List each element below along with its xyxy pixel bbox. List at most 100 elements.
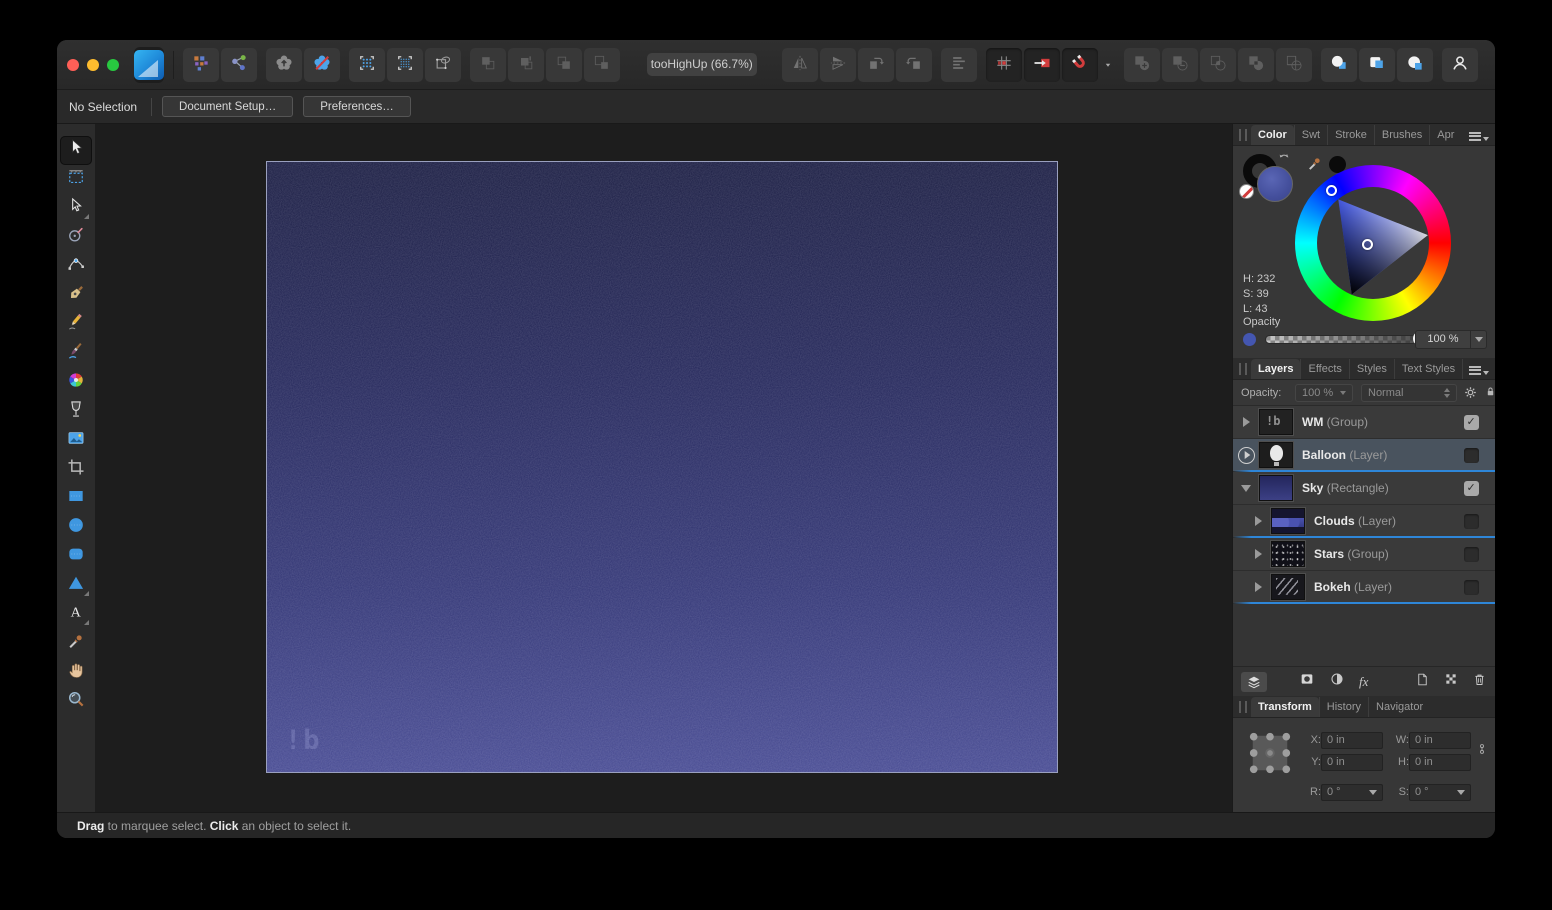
layer-opacity-dropdown[interactable]: 100 % bbox=[1295, 384, 1353, 402]
transform-field-s[interactable]: 0 ° bbox=[1409, 784, 1471, 801]
vector-crop-tool[interactable] bbox=[60, 455, 92, 484]
tab-stroke[interactable]: Stroke bbox=[1327, 125, 1374, 145]
tab-layers[interactable]: Layers bbox=[1251, 359, 1300, 379]
export-persona-button[interactable] bbox=[221, 48, 257, 82]
snap-grid-button[interactable] bbox=[349, 48, 385, 82]
blend-mode-dropdown[interactable]: Normal bbox=[1361, 384, 1457, 402]
panel-menu-icon[interactable] bbox=[1469, 131, 1489, 141]
zoom-button[interactable] bbox=[107, 59, 119, 71]
tab-apr[interactable]: Apr bbox=[1429, 125, 1461, 145]
layer-row-wm[interactable]: WM (Group) bbox=[1233, 406, 1495, 439]
boolean-add-button[interactable] bbox=[1124, 48, 1160, 82]
link-dimensions-icon[interactable] bbox=[1475, 742, 1489, 761]
order-backward-button[interactable] bbox=[546, 48, 582, 82]
minimize-button[interactable] bbox=[87, 59, 99, 71]
boolean-divide-button[interactable] bbox=[1276, 48, 1312, 82]
tab-swt[interactable]: Swt bbox=[1294, 125, 1327, 145]
tab-effects[interactable]: Effects bbox=[1300, 359, 1348, 379]
layer-visibility-checkbox[interactable] bbox=[1464, 547, 1479, 562]
panel-grip-icon[interactable] bbox=[1239, 363, 1247, 375]
pen-tool[interactable] bbox=[60, 281, 92, 310]
rounded-rectangle-tool[interactable] bbox=[60, 542, 92, 571]
transform-bounds-button[interactable] bbox=[425, 48, 461, 82]
no-fill-swatch[interactable] bbox=[1239, 184, 1254, 199]
tab-navigator[interactable]: Navigator bbox=[1368, 697, 1430, 717]
layer-visibility-checkbox[interactable] bbox=[1464, 514, 1479, 529]
node-tool[interactable] bbox=[60, 194, 92, 223]
snapping-options-dropdown[interactable] bbox=[1100, 48, 1115, 82]
new-layer-icon[interactable] bbox=[1415, 672, 1430, 692]
flip-horizontal-button[interactable] bbox=[782, 48, 818, 82]
gear-icon[interactable] bbox=[1463, 385, 1478, 405]
tab-text-styles[interactable]: Text Styles bbox=[1394, 359, 1462, 379]
vector-brush-tool[interactable] bbox=[60, 339, 92, 368]
expand-arrow-icon[interactable] bbox=[1233, 417, 1259, 427]
expand-arrow-icon[interactable] bbox=[1245, 516, 1271, 526]
new-pixel-layer-icon[interactable] bbox=[1444, 672, 1458, 691]
view-tool[interactable] bbox=[60, 658, 92, 687]
designer-persona-button[interactable] bbox=[134, 47, 164, 83]
triangle-tool[interactable] bbox=[60, 571, 92, 600]
insert-ontop-button[interactable] bbox=[1397, 48, 1433, 82]
insert-behind-button[interactable] bbox=[1321, 48, 1357, 82]
opacity-slider[interactable] bbox=[1265, 335, 1423, 344]
insert-inside-button[interactable] bbox=[1359, 48, 1395, 82]
sl-selector[interactable] bbox=[1362, 239, 1373, 250]
transform-field-h[interactable]: 0 in bbox=[1409, 754, 1471, 771]
boolean-xor-button[interactable] bbox=[1238, 48, 1274, 82]
boolean-intersect-button[interactable] bbox=[1200, 48, 1236, 82]
point-transform-tool[interactable] bbox=[60, 223, 92, 252]
swap-fill-stroke-icon[interactable] bbox=[1277, 151, 1293, 172]
layer-visibility-checkbox[interactable] bbox=[1464, 481, 1479, 496]
order-back-button[interactable] bbox=[584, 48, 620, 82]
ellipse-tool[interactable] bbox=[60, 513, 92, 542]
layer-row-bokeh[interactable]: Bokeh (Layer) bbox=[1233, 571, 1495, 604]
tab-styles[interactable]: Styles bbox=[1349, 359, 1394, 379]
expand-arrow-icon[interactable] bbox=[1233, 447, 1259, 464]
layer-row-clouds[interactable]: Clouds (Layer) bbox=[1233, 505, 1495, 538]
corner-tool[interactable] bbox=[60, 252, 92, 281]
tab-brushes[interactable]: Brushes bbox=[1374, 125, 1429, 145]
layer-effects-icon[interactable]: fx bbox=[1359, 673, 1368, 691]
preferences-button[interactable]: Preferences… bbox=[303, 96, 411, 117]
snapping-magnet-button[interactable] bbox=[1062, 48, 1098, 82]
order-front-button[interactable] bbox=[470, 48, 506, 82]
hue-selector[interactable] bbox=[1326, 185, 1337, 196]
expand-arrow-icon[interactable] bbox=[1245, 549, 1271, 559]
panel-grip-icon[interactable] bbox=[1239, 129, 1247, 141]
move-tool[interactable] bbox=[60, 136, 92, 165]
tab-transform[interactable]: Transform bbox=[1251, 697, 1319, 717]
adjustment-layer-icon[interactable] bbox=[1329, 671, 1345, 692]
panel-grip-icon[interactable] bbox=[1239, 701, 1247, 713]
transform-field-w[interactable]: 0 in bbox=[1409, 732, 1471, 749]
layer-visibility-checkbox[interactable] bbox=[1464, 415, 1479, 430]
transparency-tool[interactable] bbox=[60, 397, 92, 426]
lock-icon[interactable] bbox=[1484, 385, 1495, 403]
document-title[interactable]: tooHighUp (66.7%) bbox=[647, 53, 758, 76]
document-setup-button[interactable]: Document Setup… bbox=[162, 96, 293, 117]
transform-field-x[interactable]: 0 in bbox=[1321, 732, 1383, 749]
transform-field-y[interactable]: 0 in bbox=[1321, 754, 1383, 771]
rectangle-tool[interactable] bbox=[60, 484, 92, 513]
style-cluster-button[interactable] bbox=[266, 48, 302, 82]
layer-visibility-checkbox[interactable] bbox=[1464, 580, 1479, 595]
delete-layer-icon[interactable] bbox=[1472, 672, 1487, 692]
assistant-off-button[interactable] bbox=[304, 48, 340, 82]
tab-stock[interactable]: Stock bbox=[1462, 359, 1467, 379]
layer-visibility-checkbox[interactable] bbox=[1464, 448, 1479, 463]
artistic-text-tool[interactable]: A bbox=[60, 600, 92, 629]
layers-stack-icon[interactable] bbox=[1241, 672, 1267, 692]
fill-stroke-swatches[interactable] bbox=[1243, 154, 1295, 202]
close-button[interactable] bbox=[67, 59, 79, 71]
artboard[interactable]: !b bbox=[266, 161, 1058, 773]
color-wheel[interactable] bbox=[1295, 165, 1451, 321]
alignment-button[interactable] bbox=[941, 48, 977, 82]
pixel-grid-button[interactable] bbox=[986, 48, 1022, 82]
place-image-tool[interactable] bbox=[60, 426, 92, 455]
pixel-persona-button[interactable] bbox=[183, 48, 219, 82]
layer-row-balloon[interactable]: Balloon (Layer) bbox=[1233, 439, 1495, 472]
opacity-value-field[interactable]: 100 % bbox=[1415, 330, 1471, 349]
order-forward-button[interactable] bbox=[508, 48, 544, 82]
tab-color[interactable]: Color bbox=[1251, 125, 1294, 145]
expand-arrow-icon[interactable] bbox=[1245, 582, 1271, 592]
